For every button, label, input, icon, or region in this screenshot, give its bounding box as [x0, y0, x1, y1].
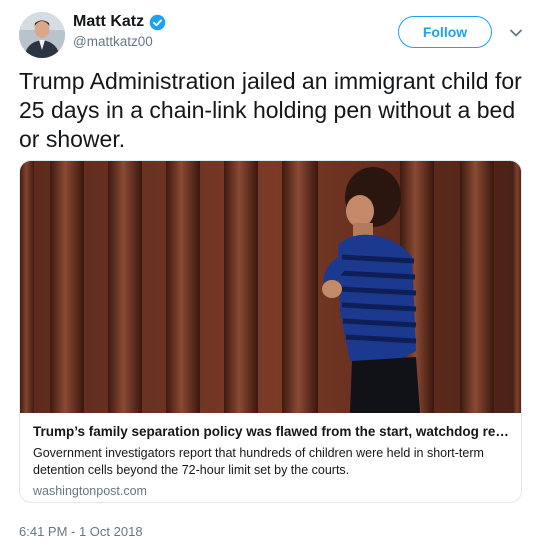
chevron-down-icon[interactable]	[509, 26, 523, 40]
user-avatar-icon	[19, 12, 65, 58]
card-description: Government investigators report that hun…	[33, 446, 484, 477]
author-handle[interactable]: @mattkatz00	[73, 34, 153, 49]
author-name[interactable]: Matt Katz	[73, 13, 144, 31]
card-domain[interactable]: washingtonpost.com	[33, 484, 513, 498]
author-name-row: Matt Katz	[73, 13, 166, 31]
author-avatar[interactable]	[19, 12, 65, 58]
link-card[interactable]: Trump’s family separation policy was fla…	[19, 160, 522, 503]
tweet-timestamp[interactable]: 6:41 PM - 1 Oct 2018	[19, 524, 143, 539]
card-image	[20, 161, 521, 413]
follow-button[interactable]: Follow	[398, 16, 492, 48]
verified-badge-icon	[149, 14, 166, 30]
tweet-text: Trump Administration jailed an immigrant…	[19, 68, 522, 152]
card-body: Trump’s family separation policy was fla…	[33, 423, 513, 498]
card-title[interactable]: Trump’s family separation policy was fla…	[33, 423, 513, 441]
